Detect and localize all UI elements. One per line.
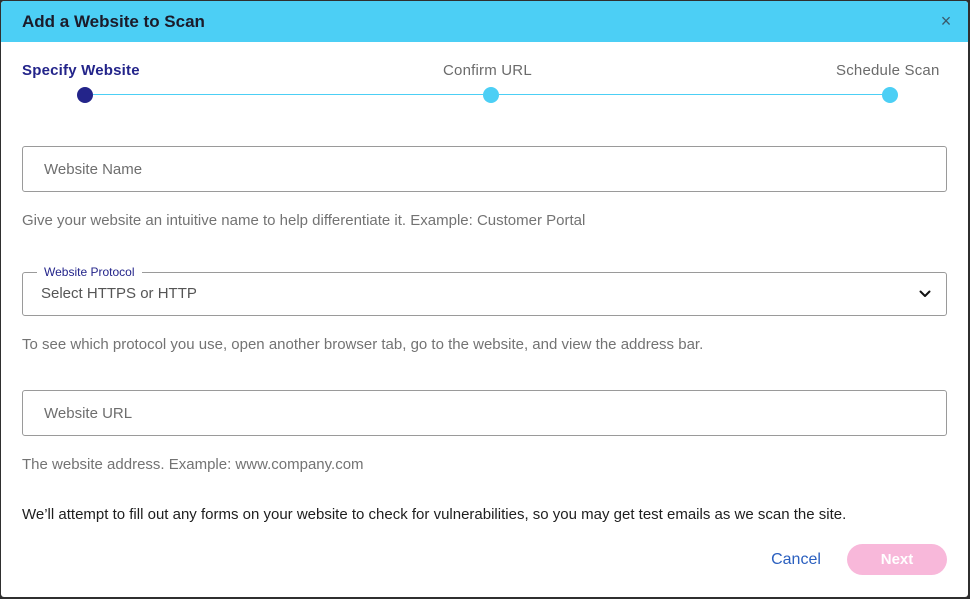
step-connector <box>93 94 483 95</box>
chevron-down-icon <box>919 290 931 297</box>
step-connector <box>499 94 883 95</box>
website-name-field-wrapper <box>22 146 947 192</box>
step-dot <box>483 87 499 103</box>
modal-header: Add a Website to Scan × <box>1 1 968 42</box>
form-notice: We’ll attempt to fill out any forms on y… <box>22 506 847 523</box>
website-name-helper: Give your website an intuitive name to h… <box>22 212 586 229</box>
website-name-input[interactable] <box>23 147 924 191</box>
step-dot-active <box>77 87 93 103</box>
website-url-helper: The website address. Example: www.compan… <box>22 456 364 473</box>
website-protocol-select[interactable]: Website Protocol Select HTTPS or HTTP <box>22 264 947 316</box>
step-confirm-url: Confirm URL <box>443 62 532 79</box>
close-icon[interactable]: × <box>937 12 955 30</box>
website-url-input[interactable] <box>23 391 924 435</box>
next-button[interactable]: Next <box>847 544 947 575</box>
step-schedule-scan: Schedule Scan <box>836 62 940 79</box>
modal-title: Add a Website to Scan <box>22 12 205 31</box>
website-protocol-helper: To see which protocol you use, open anot… <box>22 336 704 353</box>
website-protocol-label: Website Protocol <box>37 264 142 280</box>
step-specify-website: Specify Website <box>22 62 140 79</box>
add-website-modal: Add a Website to Scan × Specify Website … <box>1 1 968 597</box>
step-dot <box>882 87 898 103</box>
website-url-field-wrapper <box>22 390 947 436</box>
cancel-button[interactable]: Cancel <box>761 544 831 575</box>
website-protocol-value: Select HTTPS or HTTP <box>41 285 197 302</box>
